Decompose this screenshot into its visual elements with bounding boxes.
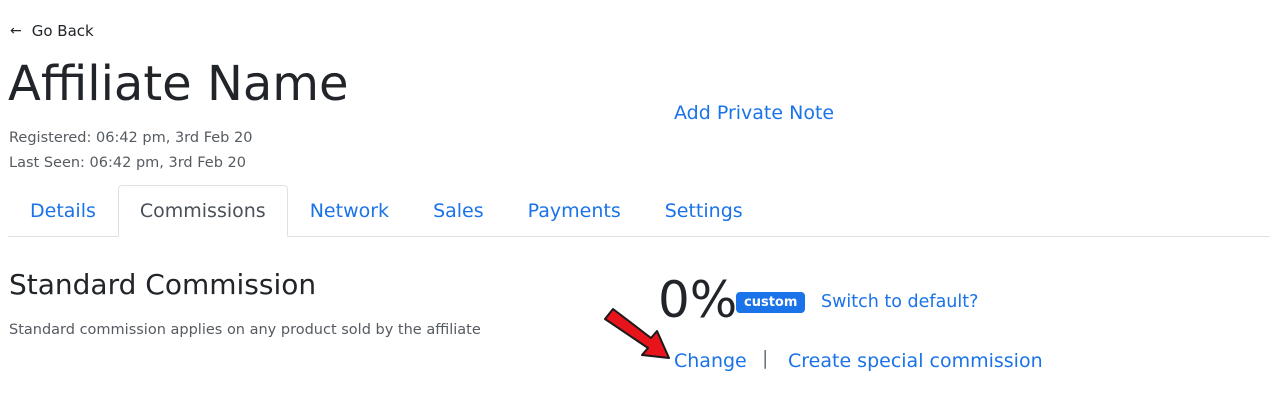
tab-bar: Details Commissions Network Sales Paymen… [8, 184, 1270, 237]
custom-badge: custom [736, 292, 806, 313]
registered-date: Registered: 06:42 pm, 3rd Feb 20 [9, 130, 253, 146]
change-commission-link[interactable]: Change [674, 350, 747, 372]
tab-details[interactable]: Details [8, 185, 118, 237]
annotation-arrow-icon [604, 308, 670, 359]
tab-commissions[interactable]: Commissions [117, 185, 288, 237]
tab-payments[interactable]: Payments [506, 185, 643, 237]
tab-network[interactable]: Network [288, 185, 411, 237]
switch-to-default-link[interactable]: Switch to default? [821, 292, 978, 312]
go-back-link[interactable]: ← Go Back [10, 22, 94, 40]
arrow-left-icon: ← [10, 23, 22, 39]
last-seen-date: Last Seen: 06:42 pm, 3rd Feb 20 [9, 155, 246, 171]
page-title: Affiliate Name [8, 56, 349, 112]
section-description: Standard commission applies on any produ… [9, 322, 481, 338]
tab-sales[interactable]: Sales [411, 185, 506, 237]
add-private-note-link[interactable]: Add Private Note [674, 102, 834, 124]
tab-settings[interactable]: Settings [643, 185, 765, 237]
section-title: Standard Commission [9, 268, 317, 301]
go-back-label: Go Back [31, 22, 94, 40]
link-separator: | [762, 347, 769, 369]
create-special-commission-link[interactable]: Create special commission [788, 350, 1043, 372]
